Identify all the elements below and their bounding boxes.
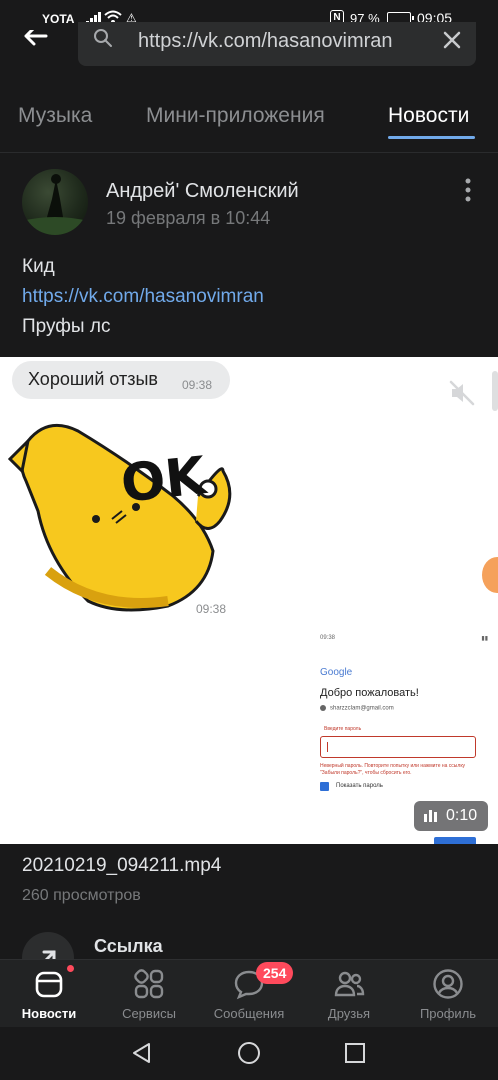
bars-icon xyxy=(424,810,437,822)
services-icon xyxy=(134,969,164,999)
nav-friends-label: Друзья xyxy=(327,1006,371,1021)
notification-dot xyxy=(66,964,75,973)
shot-email: sharzzclam@gmail.com xyxy=(320,705,394,712)
bottom-nav: Новости Сервисы 254 Сообщения Друзья Про… xyxy=(0,959,498,1027)
close-icon[interactable] xyxy=(442,30,462,50)
friends-icon xyxy=(334,971,365,997)
nav-messages-label: Сообщения xyxy=(213,1006,285,1021)
sticker-time: 09:38 xyxy=(196,602,227,616)
tab-music[interactable]: Музыка xyxy=(18,104,92,128)
home-circle-icon[interactable] xyxy=(237,1041,261,1065)
avatar[interactable] xyxy=(22,169,88,235)
post-link[interactable]: https://vk.com/hasanovimran xyxy=(22,282,264,312)
nav-messages[interactable]: 254 Сообщения xyxy=(204,960,294,1028)
nav-friends[interactable]: Друзья xyxy=(304,960,394,1028)
video-views: 260 просмотров xyxy=(22,887,141,904)
video-filename[interactable]: 20210219_094211.mp4 xyxy=(22,855,221,877)
profile-icon xyxy=(433,969,463,999)
tab-news[interactable]: Новости xyxy=(388,104,469,128)
link-attachment-label[interactable]: Ссылка xyxy=(94,936,163,957)
nav-profile[interactable]: Профиль xyxy=(403,960,493,1028)
shot-password-field xyxy=(320,736,476,758)
video-player[interactable]: Хороший отзыв 09:38 OK 09:38 09:38 ▮▮ Go… xyxy=(0,357,498,844)
active-tab-indicator xyxy=(388,136,475,139)
mute-icon[interactable] xyxy=(448,379,476,407)
orange-button-edge xyxy=(482,557,498,593)
news-icon xyxy=(35,971,63,998)
shot-error-text: Неверный пароль. Повторите попытку или н… xyxy=(320,763,466,776)
post-date: 19 февраля в 10:44 xyxy=(106,208,271,228)
messages-badge: 254 xyxy=(256,962,294,984)
duration-text: 0:10 xyxy=(446,807,478,824)
banana-ok-sticker: OK xyxy=(8,423,232,612)
chat-bubble: Хороший отзыв 09:38 xyxy=(12,361,230,399)
shot-welcome-title: Добро пожаловать! xyxy=(320,687,419,699)
sticker-ok-text: OK xyxy=(118,446,210,515)
nav-services-label: Сервисы xyxy=(122,1006,176,1021)
shot-checkbox xyxy=(320,782,329,791)
nav-services[interactable]: Сервисы xyxy=(104,960,194,1028)
url-bar[interactable]: https://vk.com/hasanovimran xyxy=(78,22,476,66)
video-duration: 0:10 xyxy=(414,801,488,831)
shot-status-time: 09:38 xyxy=(320,635,336,641)
nav-news-label: Новости xyxy=(21,1006,77,1021)
url-text[interactable]: https://vk.com/hasanovimran xyxy=(138,30,393,53)
post-header: Андрей' Смоленский 19 февраля в 10:44 xyxy=(0,152,498,252)
recents-square-icon[interactable] xyxy=(343,1041,367,1065)
chat-bubble-time: 09:38 xyxy=(182,378,213,392)
browser-toolbar: https://vk.com/hasanovimran xyxy=(0,22,498,72)
post-text-line: Пруфы лс xyxy=(22,316,111,337)
back-triangle-icon[interactable] xyxy=(130,1041,154,1065)
shot-show-password: Показать пароль xyxy=(336,783,383,789)
search-icon xyxy=(94,29,112,47)
shot-google-logo: Google xyxy=(320,667,353,678)
nav-profile-label: Профиль xyxy=(419,1006,477,1021)
more-vertical-icon[interactable] xyxy=(460,177,476,205)
post-text: Кид https://vk.com/hasanovimran Пруфы лс xyxy=(22,252,264,342)
post-author[interactable]: Андрей' Смоленский xyxy=(106,180,299,203)
shot-next-button xyxy=(434,837,476,844)
system-nav-bar xyxy=(0,1027,498,1080)
nav-news[interactable]: Новости xyxy=(4,960,94,1028)
chat-bubble-text: Хороший отзыв xyxy=(28,369,158,389)
post-text-line: Кид xyxy=(22,256,55,277)
tab-mini-apps[interactable]: Мини-приложения xyxy=(146,104,325,128)
scroll-handle xyxy=(492,371,498,411)
arrow-left-icon[interactable] xyxy=(20,30,56,60)
shot-status-icons: ▮▮ xyxy=(481,636,488,642)
shot-password-label: Введите пароль xyxy=(324,726,362,732)
section-tabs: Музыка Мини-приложения Новости xyxy=(0,96,498,146)
